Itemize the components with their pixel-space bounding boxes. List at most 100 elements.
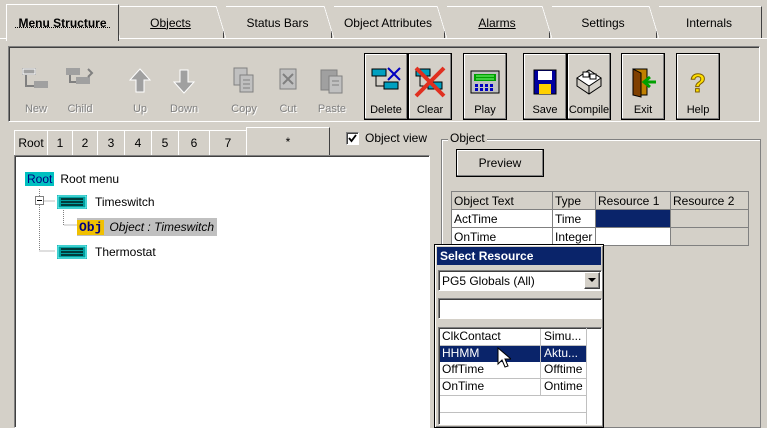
cell-object-text[interactable]: ActTime	[451, 209, 553, 228]
new-label: New	[24, 103, 47, 115]
subtab-label: 3	[107, 136, 115, 150]
preview-button[interactable]: Preview	[456, 149, 544, 177]
thermostat-label: Thermostat	[95, 245, 156, 259]
tree-item-object-timeswitch[interactable]: Obj Object : Timeswitch	[77, 218, 217, 236]
tab-label: Status Bars	[246, 16, 309, 30]
cut-icon	[279, 68, 297, 90]
clear-button[interactable]: Clear	[408, 53, 452, 120]
new-node-icon	[22, 68, 48, 88]
resource-desc: Simu...	[544, 329, 582, 343]
tab-label: Alarms	[478, 16, 516, 30]
table-row[interactable]: OnTime Integer	[451, 227, 749, 246]
resource-desc: Ontime	[544, 379, 583, 393]
compile-button[interactable]: Compile	[567, 53, 611, 120]
collapse-toggle[interactable]	[35, 196, 44, 205]
tab-label: Objects	[150, 16, 191, 30]
tree-item-thermostat[interactable]: Thermostat	[57, 243, 156, 261]
subtab-4[interactable]: 4	[124, 130, 152, 155]
dialog-title: Select Resource	[437, 247, 601, 265]
subtab-3[interactable]: 3	[97, 130, 125, 155]
copy-label: Copy	[231, 103, 257, 115]
new-button[interactable]: New	[15, 53, 57, 118]
cell-object-text[interactable]: OnTime	[451, 227, 553, 246]
cut-button[interactable]: Cut	[267, 53, 309, 118]
resource-name: OffTime	[440, 362, 541, 378]
resource-filter-input[interactable]	[438, 298, 602, 319]
object-attribute-grid[interactable]: Object Text Type Resource 1 Resource 2 A…	[451, 191, 749, 246]
object-timeswitch-label: Object : Timeswitch	[109, 220, 214, 234]
clear-label: Clear	[416, 104, 444, 116]
resource-name: ClkContact	[440, 329, 541, 345]
copy-button[interactable]: Copy	[223, 53, 265, 118]
cell-type[interactable]: Integer	[552, 227, 596, 246]
copy-icon	[233, 67, 254, 93]
tree-item-timeswitch[interactable]: Timeswitch	[57, 193, 155, 211]
delete-button[interactable]: Delete	[364, 53, 408, 120]
tab-objects[interactable]: Objects	[110, 6, 224, 39]
tree-root-row[interactable]: Root Root menu	[25, 170, 119, 188]
column-header[interactable]: Object Text	[451, 191, 553, 210]
cell-type[interactable]: Time	[552, 209, 596, 228]
resource-group-dropdown[interactable]: PG5 Globals (All)	[438, 270, 602, 291]
tab-settings[interactable]: Settings	[542, 6, 657, 39]
column-header[interactable]: Resource 2	[670, 191, 749, 210]
resource-name: OnTime	[440, 379, 541, 395]
tab-alarms[interactable]: Alarms	[437, 6, 550, 39]
tab-internals[interactable]: Internals	[649, 6, 762, 39]
object-view-label: Object view	[365, 131, 428, 145]
subtab-star[interactable]: *	[246, 127, 330, 156]
menu-tree[interactable]: Root Root menu Timeswitch Obj Object : T…	[14, 155, 430, 428]
tab-menu-structure[interactable]: Menu Structure	[6, 4, 119, 41]
list-item-selected[interactable]: HHMM Aktu...	[440, 346, 586, 362]
column-header[interactable]: Type	[552, 191, 596, 210]
tab-label: Internals	[685, 16, 733, 30]
list-item[interactable]: OffTime Offtime	[440, 362, 586, 379]
save-button[interactable]: Save	[523, 53, 567, 120]
object-view-checkbox-row[interactable]: Object view	[346, 131, 427, 145]
cell-resource-1[interactable]	[595, 227, 671, 246]
dropdown-arrow-button[interactable]	[584, 272, 600, 289]
help-button[interactable]: ? Help	[676, 53, 720, 120]
arrow-down-icon	[172, 69, 196, 94]
exit-button[interactable]: Exit	[621, 53, 665, 120]
subtab-7[interactable]: 7	[209, 130, 247, 155]
subtab-6[interactable]: 6	[178, 130, 210, 155]
menu-node-icon	[57, 245, 87, 259]
cell-resource-1-selected[interactable]	[595, 209, 671, 228]
subtab-label: *	[285, 135, 291, 149]
down-button[interactable]: Down	[163, 53, 205, 118]
paste-button[interactable]: Paste	[311, 53, 353, 118]
up-button[interactable]: Up	[119, 53, 161, 118]
compile-icon	[576, 69, 602, 95]
resource-list[interactable]: ClkContact Simu... HHMM Aktu... OffTime …	[438, 327, 602, 425]
subtab-2[interactable]: 2	[72, 130, 98, 155]
child-label: Child	[67, 103, 93, 115]
select-resource-dialog: Select Resource PG5 Globals (All) ClkCon…	[434, 244, 604, 428]
resource-name: HHMM	[440, 346, 541, 362]
list-item-empty	[440, 396, 586, 413]
play-label: Play	[474, 104, 496, 116]
subtab-1[interactable]: 1	[47, 130, 73, 155]
list-column-divider	[586, 328, 587, 424]
resource-list-body: ClkContact Simu... HHMM Aktu... OffTime …	[440, 329, 586, 423]
mouse-pointer-icon	[497, 347, 511, 368]
object-view-checkbox[interactable]	[346, 131, 359, 145]
subtab-root[interactable]: Root	[14, 130, 48, 155]
cell-resource-2[interactable]	[670, 227, 749, 246]
toolbar: New Child Up Down Copy Cut Paste Delete …	[8, 46, 760, 122]
subtab-5[interactable]: 5	[151, 130, 179, 155]
tab-label: Menu Structure	[18, 16, 107, 30]
column-header[interactable]: Resource 1	[595, 191, 671, 210]
child-button[interactable]: Child	[59, 53, 101, 118]
list-item[interactable]: ClkContact Simu...	[440, 329, 586, 346]
tab-status-bars[interactable]: Status Bars	[216, 6, 332, 39]
list-item[interactable]: OnTime Ontime	[440, 379, 586, 396]
cell-resource-2[interactable]	[670, 209, 749, 228]
menu-node-icon	[57, 195, 87, 209]
paste-label: Paste	[317, 103, 347, 115]
subtab-label: Root	[18, 136, 44, 150]
table-row[interactable]: ActTime Time	[451, 209, 749, 228]
play-button[interactable]: Play	[463, 53, 507, 120]
question-mark-icon: ?	[690, 68, 707, 99]
tab-object-attributes[interactable]: Object Attributes	[324, 6, 445, 39]
